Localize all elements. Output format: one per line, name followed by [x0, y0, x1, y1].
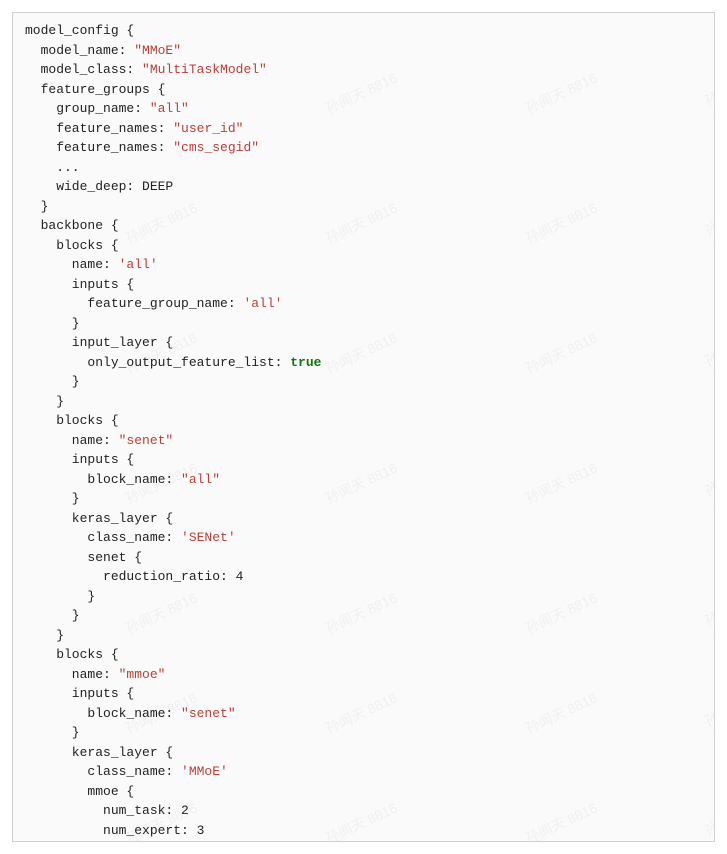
code-line: senet { [25, 550, 142, 565]
code-line: } [25, 374, 80, 389]
code-line: num_task: [25, 803, 181, 818]
code-line: class_name: [25, 530, 181, 545]
config-code-block: model_config { model_name: "MMoE" model_… [12, 12, 715, 842]
number-literal: 4 [236, 569, 244, 584]
code-line: backbone { [25, 218, 119, 233]
code-line: name: [25, 433, 119, 448]
code-line: keras_layer { [25, 511, 173, 526]
code-line: keras_layer { [25, 745, 173, 760]
string-literal: "MMoE" [134, 43, 181, 58]
code-line: wide_deep: DEEP [25, 179, 173, 194]
code-line: model_config { [25, 23, 134, 38]
watermark: 孙闻天 8816 [701, 79, 715, 149]
watermark: 孙闻天 8816 [701, 699, 715, 769]
number-literal: 2 [181, 803, 189, 818]
code-line: } [25, 316, 80, 331]
code-line: feature_groups { [25, 82, 165, 97]
string-literal: "user_id" [173, 121, 243, 136]
watermark: 孙闻天 8816 [701, 469, 715, 539]
code-line: model_class: [25, 62, 142, 77]
code-line: inputs { [25, 686, 134, 701]
watermark: 孙闻天 8816 [701, 209, 715, 279]
string-literal: 'MMoE' [181, 764, 228, 779]
string-literal: "all" [150, 101, 189, 116]
code-line: } [25, 491, 80, 506]
code-line: blocks { [25, 413, 119, 428]
code-line: feature_group_name: [25, 296, 243, 311]
code-line: } [25, 628, 64, 643]
code-line: } [25, 589, 95, 604]
string-literal: "senet" [181, 706, 236, 721]
code-line: ... [25, 160, 80, 175]
string-literal: 'all' [243, 296, 282, 311]
string-literal: "MultiTaskModel" [142, 62, 267, 77]
code-line: } [25, 608, 80, 623]
code-line: mmoe { [25, 784, 134, 799]
code-line: inputs { [25, 452, 134, 467]
code-line: block_name: [25, 472, 181, 487]
code-line: group_name: [25, 101, 150, 116]
watermark: 孙闻天 8816 [701, 599, 715, 669]
code-line: input_layer { [25, 335, 173, 350]
string-literal: "all" [181, 472, 220, 487]
watermark: 孙闻天 8816 [701, 809, 715, 842]
code-line: blocks { [25, 238, 119, 253]
code-line: block_name: [25, 706, 181, 721]
keyword-literal: true [290, 355, 321, 370]
string-literal: "mmoe" [119, 667, 166, 682]
string-literal: "senet" [119, 433, 174, 448]
number-literal: 3 [197, 823, 205, 838]
watermark: 孙闻天 8816 [701, 339, 715, 409]
code-line: feature_names: [25, 121, 173, 136]
code-line: class_name: [25, 764, 181, 779]
code-line: feature_names: [25, 140, 173, 155]
string-literal: "cms_segid" [173, 140, 259, 155]
code-line: name: [25, 257, 119, 272]
code-line: } [25, 394, 64, 409]
code-line: blocks { [25, 647, 119, 662]
code-line: } [25, 725, 80, 740]
string-literal: 'all' [119, 257, 158, 272]
code-line: inputs { [25, 277, 134, 292]
string-literal: 'SENet' [181, 530, 236, 545]
code-line: num_expert: [25, 823, 197, 838]
code-line: reduction_ratio: [25, 569, 236, 584]
code-line: only_output_feature_list: [25, 355, 290, 370]
code-content: model_config { model_name: "MMoE" model_… [25, 21, 702, 842]
code-line: } [25, 199, 48, 214]
code-line: model_name: [25, 43, 134, 58]
code-line: name: [25, 667, 119, 682]
